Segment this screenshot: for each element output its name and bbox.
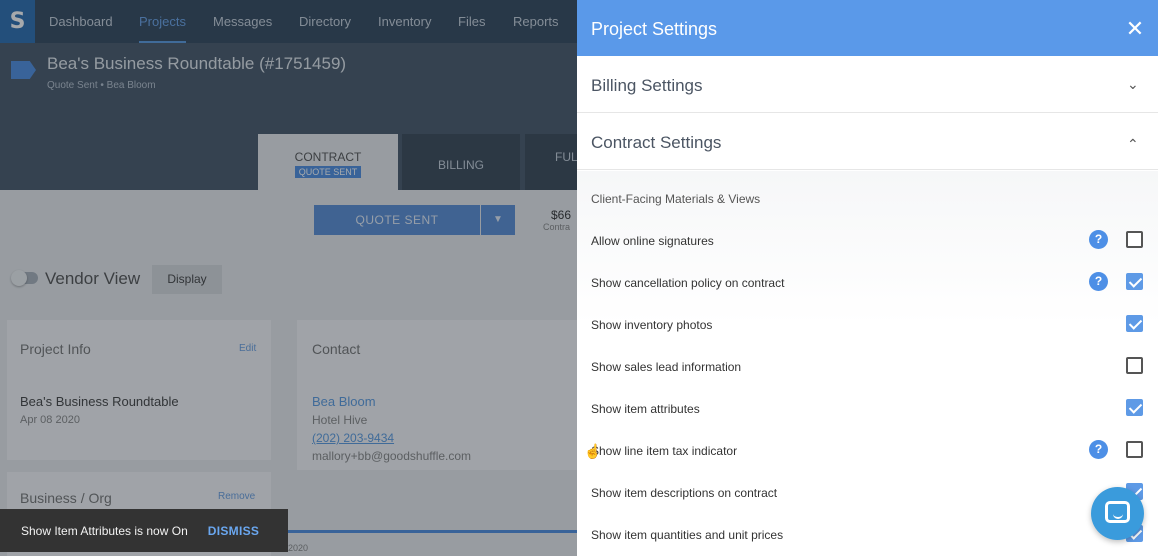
drawer-title: Project Settings: [591, 19, 718, 39]
close-icon[interactable]: ✕: [1122, 16, 1148, 42]
billing-settings-section[interactable]: Billing Settings ⌄: [577, 57, 1158, 113]
settings-subheading: Client-Facing Materials & Views: [591, 192, 761, 206]
contract-settings-title: Contract Settings: [591, 133, 722, 152]
snackbar-message: Show Item Attributes is now On: [21, 523, 188, 538]
setting-label-sales-lead: Show sales lead information: [591, 360, 742, 374]
hand-cursor-icon: ☝: [584, 443, 602, 459]
billing-settings-title: Billing Settings: [591, 76, 703, 95]
chat-launcher-button[interactable]: [1091, 487, 1144, 540]
help-icon[interactable]: ?: [1089, 272, 1108, 291]
checkbox-online-signatures[interactable]: [1126, 231, 1143, 248]
setting-label-cancellation-policy: Show cancellation policy on contract: [591, 276, 785, 290]
project-settings-drawer: Project Settings ✕ Billing Settings ⌄ Co…: [577, 0, 1158, 556]
chat-icon: [1105, 501, 1130, 523]
setting-label-item-descriptions: Show item descriptions on contract: [591, 486, 778, 500]
setting-label-item-attributes: Show item attributes: [591, 402, 700, 416]
checkbox-sales-lead[interactable]: [1126, 357, 1143, 374]
setting-label-quantities-prices: Show item quantities and unit prices: [591, 528, 784, 542]
help-icon[interactable]: ?: [1089, 440, 1108, 459]
checkbox-item-attributes[interactable]: [1126, 399, 1143, 416]
dismiss-button[interactable]: DISMISS: [208, 524, 259, 538]
setting-label-tax-indicator: Show line item tax indicator: [591, 444, 738, 458]
chevron-down-icon[interactable]: ⌄: [1127, 76, 1139, 93]
chevron-up-icon[interactable]: ⌃: [1127, 136, 1139, 153]
checkbox-tax-indicator[interactable]: [1126, 441, 1143, 458]
setting-label-online-signatures: Allow online signatures: [591, 234, 714, 248]
help-icon[interactable]: ?: [1089, 230, 1108, 249]
checkbox-inventory-photos[interactable]: [1126, 315, 1143, 332]
snackbar: Show Item Attributes is now On DISMISS: [0, 509, 288, 552]
setting-label-inventory-photos: Show inventory photos: [591, 318, 713, 332]
drawer-header: Project Settings ✕: [577, 0, 1158, 56]
contract-settings-section[interactable]: Contract Settings ⌃: [577, 114, 1158, 170]
checkbox-cancellation-policy[interactable]: [1126, 273, 1143, 290]
